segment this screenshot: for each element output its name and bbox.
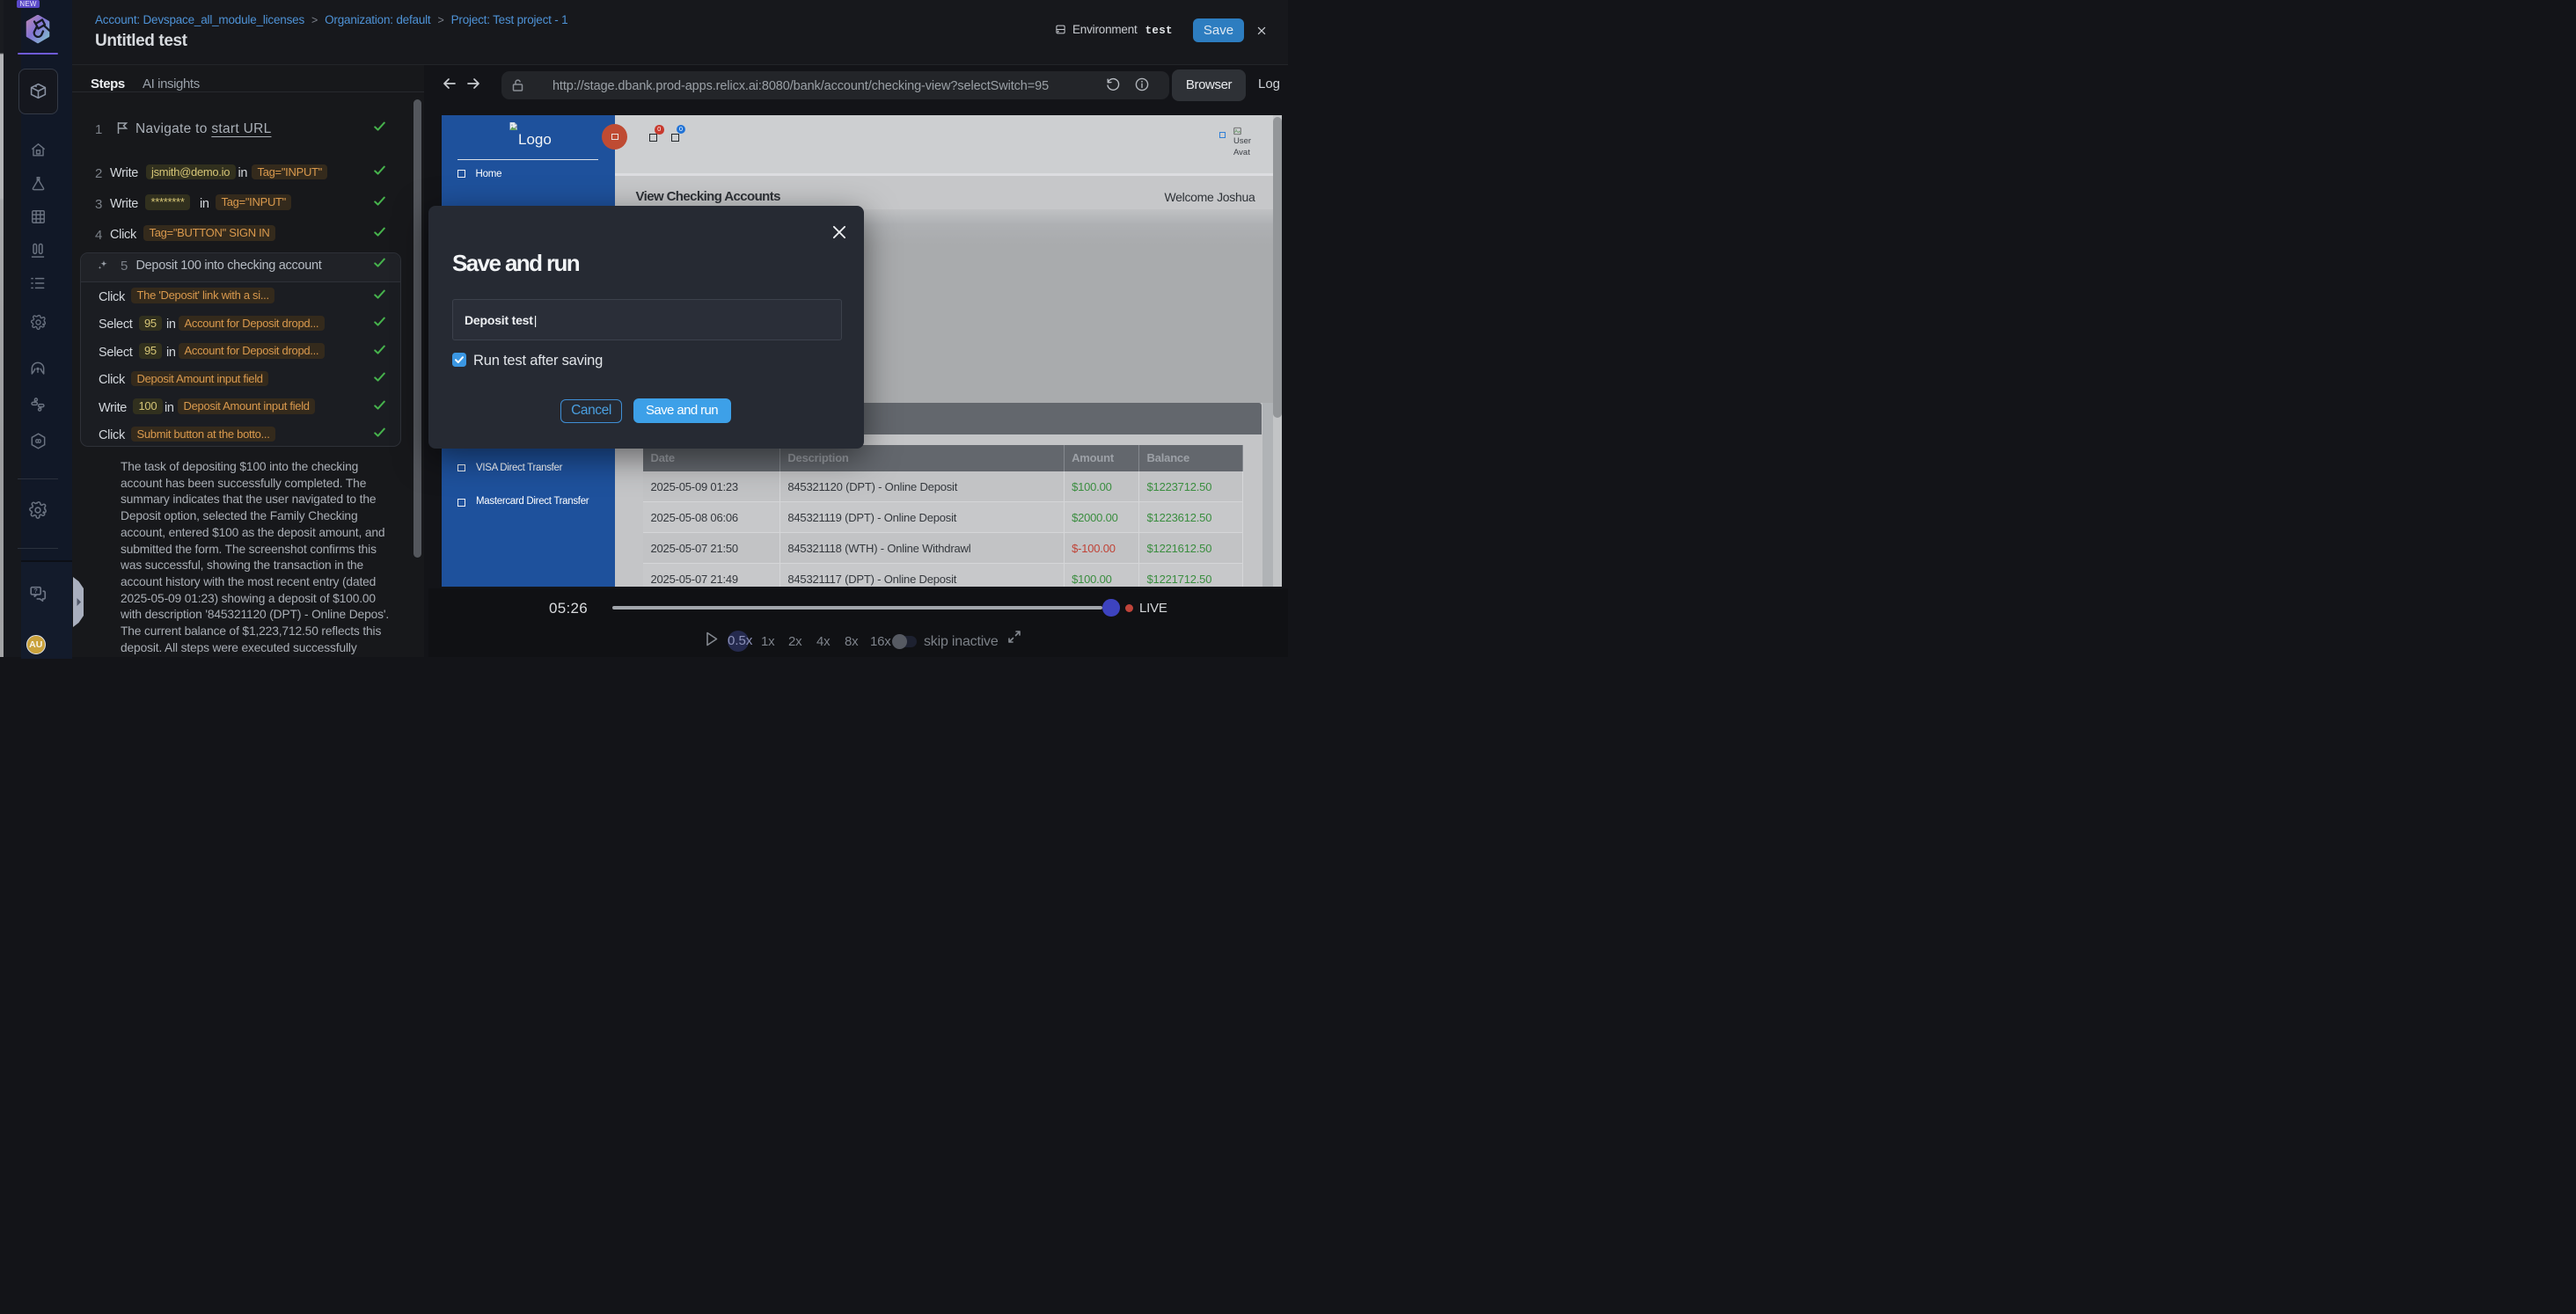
- svg-text:?: ?: [33, 587, 38, 595]
